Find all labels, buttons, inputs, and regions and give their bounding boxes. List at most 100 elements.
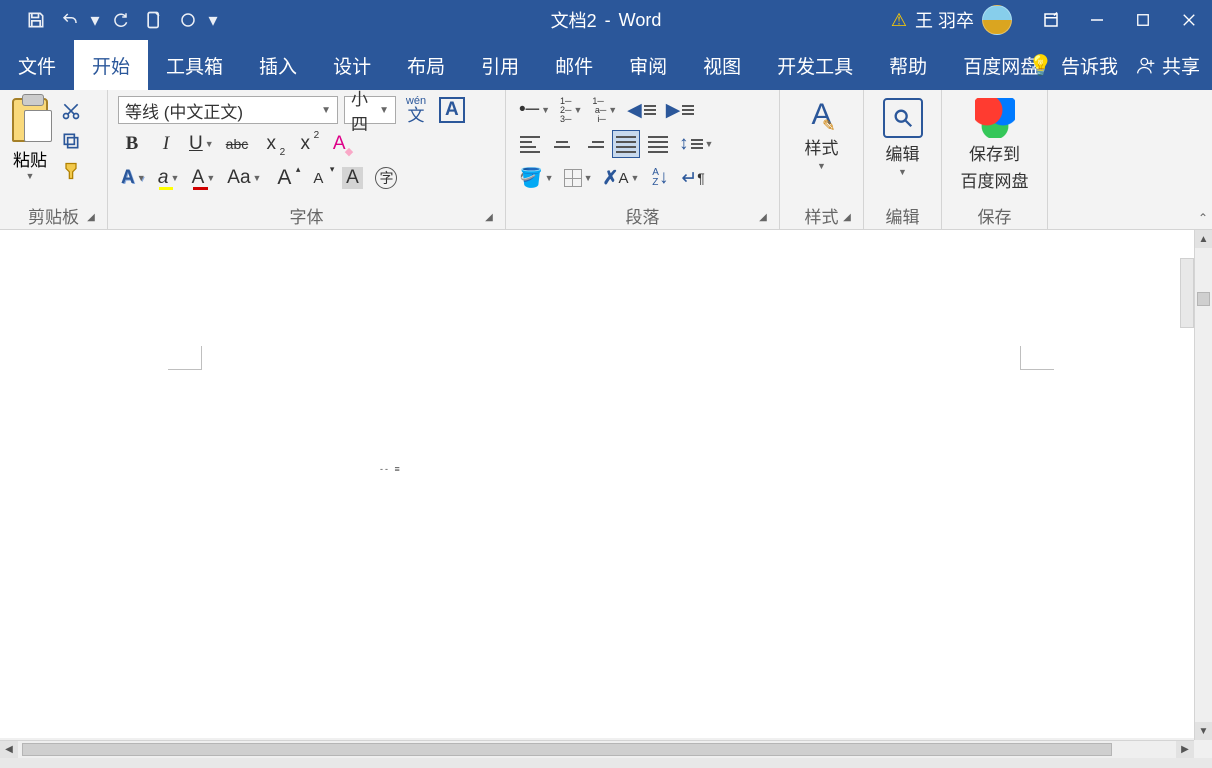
underline-button[interactable]: U▼ — [186, 130, 217, 158]
share-button[interactable]: 共享 — [1136, 52, 1200, 79]
tab-home[interactable]: 开始 — [74, 40, 148, 90]
shrink-font-button[interactable]: A▾ — [304, 164, 332, 192]
font-launcher-icon[interactable]: ◢ — [481, 209, 497, 225]
strikethrough-button[interactable]: abc — [223, 130, 252, 158]
tab-file[interactable]: 文件 — [0, 40, 74, 90]
font-size-combo[interactable]: 小四 ▼ — [344, 96, 396, 124]
enclose-characters-button[interactable]: 字 — [372, 164, 400, 192]
tab-insert[interactable]: 插入 — [241, 40, 315, 90]
close-button[interactable] — [1166, 0, 1212, 40]
text-cursor: -- ≡ — [380, 464, 402, 474]
save-line2: 百度网盘 — [961, 167, 1029, 192]
clipboard-launcher-icon[interactable]: ◢ — [83, 209, 99, 225]
clear-formatting-button[interactable]: A◆ — [325, 130, 353, 158]
align-left-button[interactable] — [516, 130, 544, 158]
qat-customize-icon[interactable]: ▾ — [206, 4, 220, 36]
tab-mail[interactable]: 邮件 — [537, 40, 611, 90]
increase-indent-button[interactable]: ▶ — [663, 96, 698, 124]
show-marks-button[interactable]: ↵¶ — [678, 164, 707, 192]
user-area[interactable]: ⚠ 王 羽卒 — [891, 5, 1022, 35]
maximize-button[interactable] — [1120, 0, 1166, 40]
align-center-button[interactable] — [548, 130, 576, 158]
highlight-button[interactable]: a▼ — [155, 164, 183, 192]
minimize-button[interactable] — [1074, 0, 1120, 40]
vertical-scrollbar[interactable]: ▲ ▼ — [1194, 230, 1212, 740]
text-effects-button[interactable]: A▼ — [118, 164, 149, 192]
scroll-down-icon[interactable]: ▼ — [1195, 722, 1212, 740]
cut-button[interactable] — [58, 98, 84, 124]
sort-button[interactable]: AZ↓ — [646, 164, 674, 192]
document-canvas[interactable]: -- ≡ — [0, 230, 1212, 738]
styles-dropdown-icon[interactable]: ▼ — [817, 161, 826, 171]
character-shading-button[interactable]: A — [338, 164, 366, 192]
tab-references[interactable]: 引用 — [463, 40, 537, 90]
change-case-button[interactable]: Aa▼ — [224, 164, 264, 192]
align-right-button[interactable] — [580, 130, 608, 158]
editing-dropdown-icon[interactable]: ▼ — [898, 167, 907, 177]
tell-me-search[interactable]: 💡 告诉我 — [1028, 52, 1118, 79]
numbering-button[interactable]: 1─2─3─▼ — [557, 96, 585, 124]
status-bar — [0, 758, 1212, 768]
tab-layout[interactable]: 布局 — [389, 40, 463, 90]
borders-button[interactable]: ▼ — [561, 164, 596, 192]
tab-design[interactable]: 设计 — [315, 40, 389, 90]
save-to-baidu-button[interactable]: 保存到 百度网盘 — [953, 94, 1037, 196]
editing-button[interactable]: 编辑 ▼ — [875, 94, 931, 181]
scroll-right-icon[interactable]: ▶ — [1176, 741, 1194, 758]
phonetic-guide-button[interactable]: wén 文 — [402, 96, 430, 124]
copy-button[interactable] — [58, 128, 84, 154]
collapse-ribbon-icon[interactable]: ⌃ — [1198, 211, 1208, 225]
scroll-up-icon[interactable]: ▲ — [1195, 230, 1212, 248]
avatar[interactable] — [982, 5, 1012, 35]
italic-button[interactable]: I — [152, 130, 180, 158]
tab-toolbox[interactable]: 工具箱 — [148, 40, 241, 90]
font-name-value: 等线 (中文正文) — [125, 98, 243, 123]
group-clipboard-label: 剪贴板 — [28, 203, 79, 228]
quick-access-toolbar: ▾ ▾ — [0, 4, 220, 36]
styles-button[interactable]: A✎ 样式 ▼ — [797, 94, 847, 175]
app-name: Word — [619, 10, 662, 31]
horizontal-scrollbar[interactable]: ◀ ▶ — [0, 740, 1194, 758]
group-editing-label: 编辑 — [886, 203, 920, 228]
hscroll-track[interactable] — [18, 741, 1176, 758]
paste-dropdown-icon[interactable]: ▼ — [26, 171, 35, 181]
superscript-button[interactable]: x2 — [291, 130, 319, 158]
chevron-down-icon: ▼ — [321, 105, 331, 116]
touch-mode-icon[interactable] — [138, 4, 170, 36]
page-margin-corner-tl — [168, 346, 202, 370]
character-border-button[interactable]: A — [436, 96, 468, 124]
lightbulb-icon: 💡 — [1028, 53, 1053, 78]
scroll-left-icon[interactable]: ◀ — [0, 741, 18, 758]
ribbon-display-options-icon[interactable] — [1028, 0, 1074, 40]
distributed-button[interactable] — [644, 130, 672, 158]
hscroll-thumb[interactable] — [22, 743, 1112, 756]
shading-button[interactable]: 🪣▼ — [516, 164, 557, 192]
tab-review[interactable]: 审阅 — [611, 40, 685, 90]
decrease-indent-button[interactable]: ◀ — [624, 96, 659, 124]
loading-circle-icon[interactable] — [172, 4, 204, 36]
subscript-button[interactable]: x2 — [257, 130, 285, 158]
group-save: 保存到 百度网盘 保存 — [942, 90, 1048, 229]
styles-launcher-icon[interactable]: ◢ — [839, 209, 855, 225]
bold-button[interactable]: B — [118, 130, 146, 158]
format-painter-button[interactable] — [58, 158, 84, 184]
vscroll-track[interactable] — [1195, 248, 1212, 722]
undo-icon[interactable] — [54, 4, 86, 36]
multilevel-list-button[interactable]: 1─ a─ i─▼ — [589, 96, 620, 124]
save-icon[interactable] — [20, 4, 52, 36]
undo-dropdown-icon[interactable]: ▾ — [88, 4, 102, 36]
font-color-button[interactable]: A▼ — [189, 164, 219, 192]
tab-developer[interactable]: 开发工具 — [759, 40, 871, 90]
font-name-combo[interactable]: 等线 (中文正文) ▼ — [118, 96, 338, 124]
tab-view[interactable]: 视图 — [685, 40, 759, 90]
tab-help[interactable]: 帮助 — [871, 40, 945, 90]
asian-layout-button[interactable]: ✗A▼ — [600, 164, 643, 192]
grow-font-button[interactable]: A▴ — [270, 164, 298, 192]
redo-icon[interactable] — [104, 4, 136, 36]
line-spacing-button[interactable]: ↕▼ — [676, 130, 716, 158]
bullets-button[interactable]: •─▼ — [516, 96, 553, 124]
align-justify-button[interactable] — [612, 130, 640, 158]
paste-button[interactable]: 粘贴 ▼ — [6, 94, 54, 185]
vscroll-thumb[interactable] — [1197, 292, 1210, 306]
paragraph-launcher-icon[interactable]: ◢ — [755, 209, 771, 225]
